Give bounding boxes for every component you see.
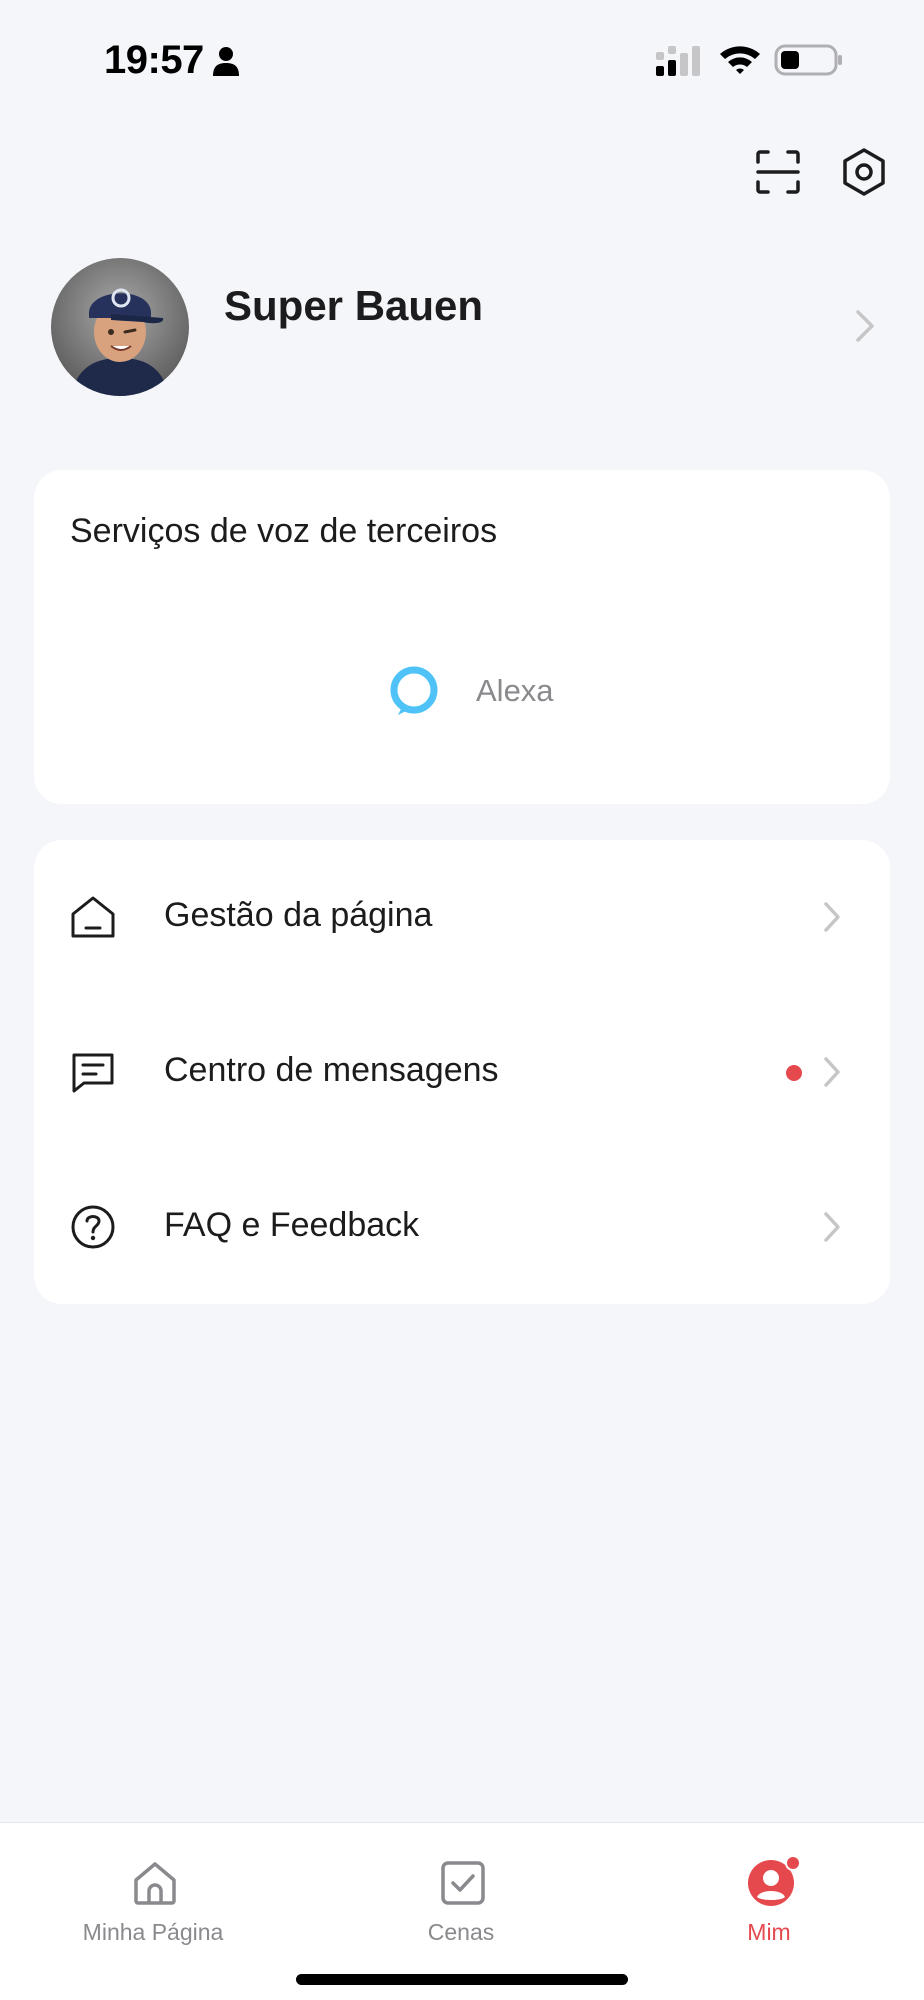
- chevron-right-icon: [856, 310, 874, 342]
- chevron-right-icon: [824, 902, 840, 932]
- home-icon: [134, 1862, 176, 1905]
- wifi-icon: [720, 46, 760, 74]
- menu-item-label: FAQ e Feedback: [164, 1206, 420, 1244]
- menu-item-label: Gestão da página: [164, 896, 433, 934]
- tab-label: Minha Página: [82, 1919, 224, 1945]
- profile-name: Super Bauen: [224, 282, 484, 329]
- status-time: 19:57: [104, 38, 204, 82]
- check-square-icon: [441, 1861, 485, 1905]
- chevron-right-icon: [824, 1057, 840, 1087]
- menu-item-message-center[interactable]: Centro de mensagens: [34, 995, 890, 1149]
- profile-row[interactable]: Super Bauen: [0, 240, 924, 410]
- person-icon: [213, 47, 239, 76]
- tab-label: Mim: [747, 1919, 791, 1945]
- tab-label: Cenas: [427, 1919, 495, 1945]
- battery-icon: [774, 44, 842, 76]
- alexa-service[interactable]: Alexa: [388, 664, 554, 718]
- alexa-label: Alexa: [476, 673, 554, 708]
- settings-icon[interactable]: [838, 146, 890, 198]
- status-bar: 19:57: [0, 0, 924, 120]
- signal-icon: [656, 46, 700, 76]
- avatar[interactable]: [51, 258, 189, 396]
- menu-item-label: Centro de mensagens: [164, 1051, 499, 1089]
- avatar-illustration: [51, 258, 189, 396]
- voice-services-card: Serviços de voz de terceiros Alexa: [34, 470, 890, 804]
- unread-badge: [786, 1065, 802, 1081]
- home-indicator[interactable]: [296, 1974, 628, 1985]
- menu-card: Gestão da página Centro de mensagens FAQ: [34, 840, 890, 1304]
- tab-cenas[interactable]: Cenas: [341, 1839, 581, 1949]
- scan-icon[interactable]: [754, 148, 802, 196]
- menu-item-page-management[interactable]: Gestão da página: [34, 840, 890, 994]
- notification-badge: [785, 1855, 801, 1871]
- tab-minha-pagina[interactable]: Minha Página: [33, 1839, 273, 1949]
- menu-item-faq-feedback[interactable]: FAQ e Feedback: [34, 1150, 890, 1304]
- alexa-logo-icon: [390, 666, 438, 715]
- home-outline-icon: [71, 896, 115, 938]
- voice-services-title: Serviços de voz de terceiros: [70, 512, 498, 550]
- me-screen: 19:57 Super Bauen Serviços de voz de ter…: [0, 0, 924, 2000]
- message-icon: [72, 1053, 114, 1093]
- help-circle-icon: [71, 1205, 115, 1249]
- chevron-right-icon: [824, 1212, 840, 1242]
- tab-mim[interactable]: Mim: [649, 1839, 889, 1949]
